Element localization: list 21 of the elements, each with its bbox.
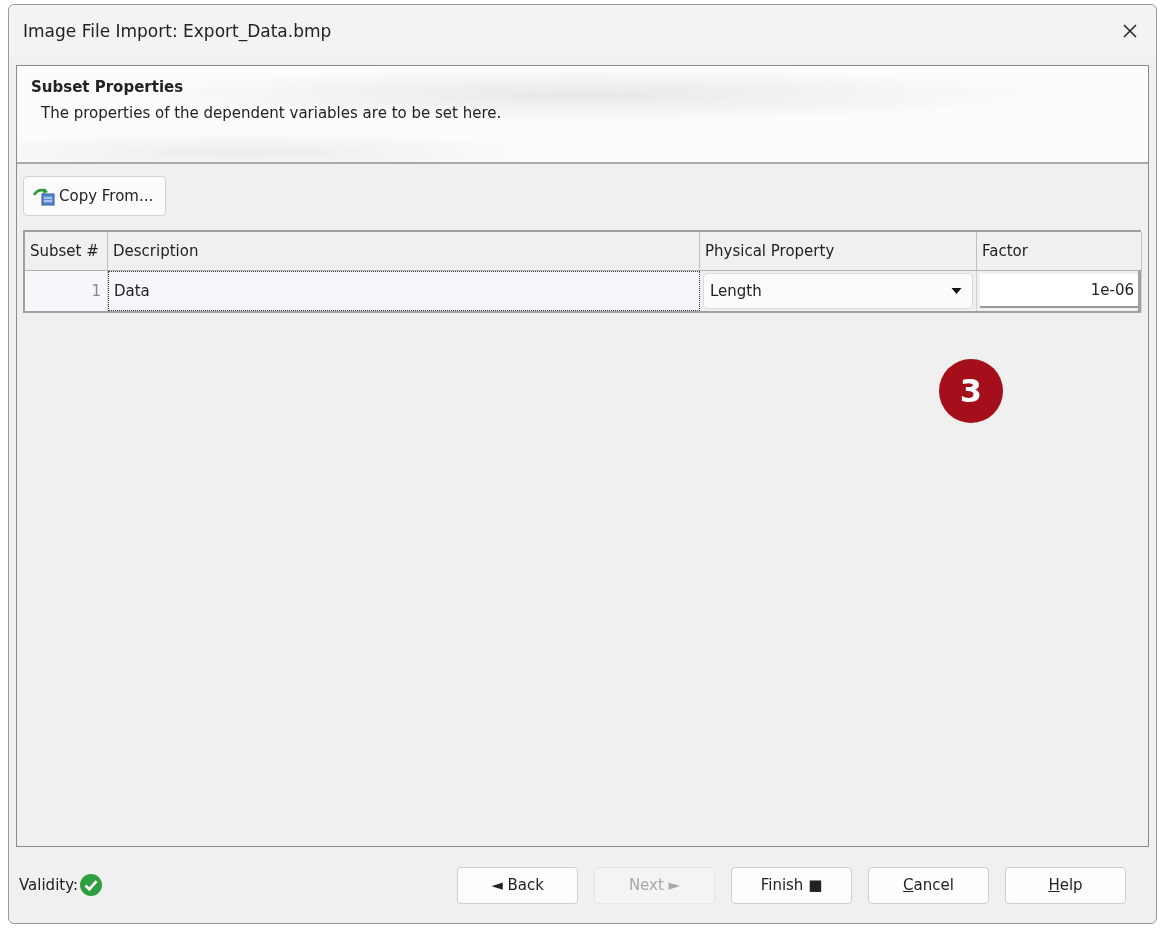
validity-label: Validity: xyxy=(19,876,79,894)
caret-icon xyxy=(951,288,962,294)
section-title: Subset Properties xyxy=(31,78,185,96)
help-button[interactable]: Help xyxy=(1005,866,1126,904)
close-icon[interactable] xyxy=(1122,23,1138,39)
finish-button[interactable]: Finish ■ xyxy=(731,866,852,904)
section-description: The properties of the dependent variables are to be set here. xyxy=(41,104,503,122)
cancel-button[interactable]: Cancel xyxy=(868,866,989,904)
factor-header: Factor xyxy=(977,232,1142,271)
property-dropdown[interactable]: Length xyxy=(703,273,973,309)
description-header: Description xyxy=(108,232,700,271)
physical-property-header: Physical Property xyxy=(700,232,977,271)
copy-icon xyxy=(32,186,56,206)
row-number-cell: 1 xyxy=(25,271,108,311)
factor-field[interactable]: 1e-06 xyxy=(980,274,1138,308)
window-title: Image File Import: Export_Data.bmp xyxy=(23,21,332,41)
description-cell[interactable]: Data xyxy=(108,271,700,311)
back-button[interactable]: ◄ Back xyxy=(457,866,578,904)
step-badge: 3 xyxy=(939,359,1003,423)
subset-number-header: Subset # xyxy=(25,232,108,271)
copy-from-button[interactable]: Copy From... xyxy=(23,176,167,216)
